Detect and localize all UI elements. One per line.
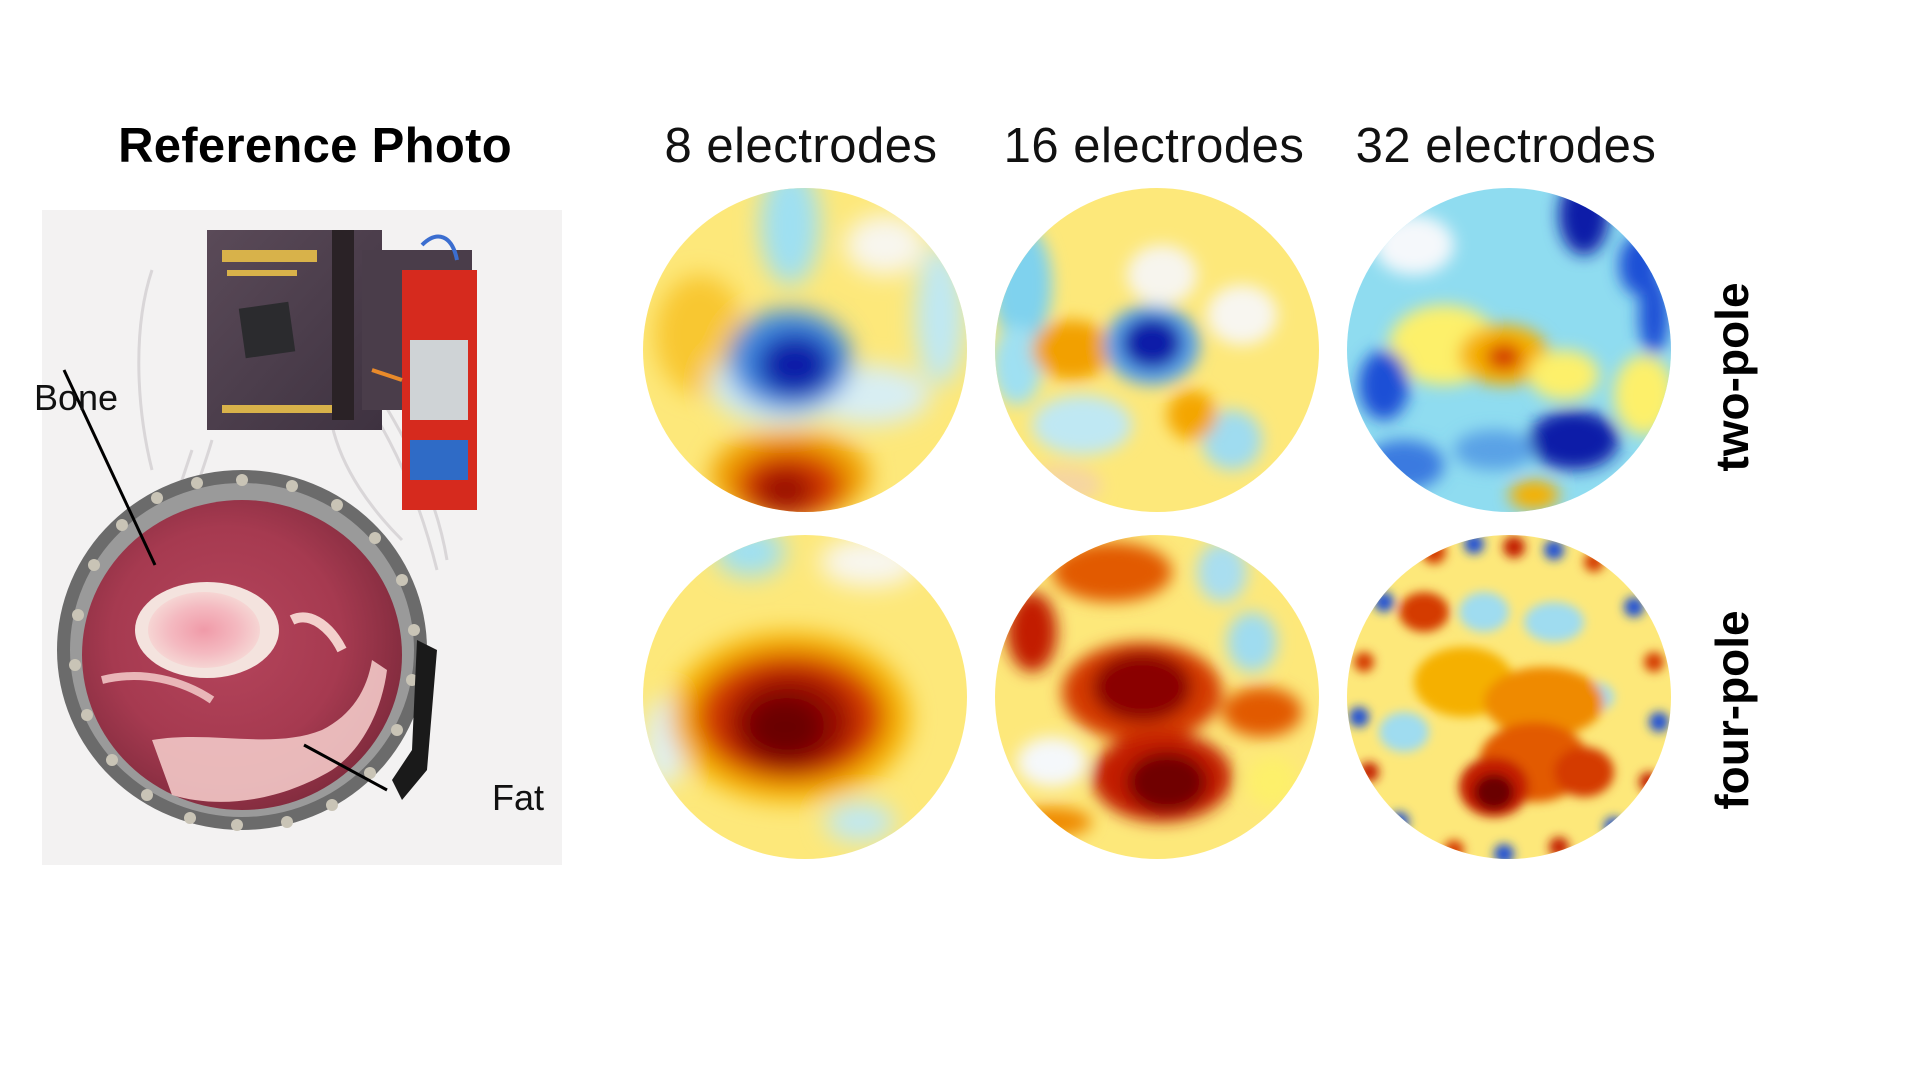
column-title-16: 16 electrodes (1003, 119, 1305, 173)
reference-photo-drawing (42, 210, 562, 865)
reference-photo-title: Reference Photo (118, 119, 512, 173)
map-four-pole-32 (1344, 532, 1674, 862)
map-two-pole-16 (992, 185, 1322, 515)
map-two-pole-32 (1344, 185, 1674, 515)
row-label-four-pole: four-pole (1706, 610, 1758, 810)
row-label-two-pole: two-pole (1706, 282, 1758, 472)
bone-label: Bone (34, 377, 119, 418)
map-four-pole-8 (640, 532, 970, 862)
column-title-8: 8 electrodes (664, 119, 938, 173)
fat-label: Fat (492, 777, 545, 818)
column-title-32: 32 electrodes (1355, 119, 1657, 173)
map-four-pole-16 (992, 532, 1322, 862)
map-two-pole-8 (640, 185, 970, 515)
reference-photo (42, 210, 562, 865)
